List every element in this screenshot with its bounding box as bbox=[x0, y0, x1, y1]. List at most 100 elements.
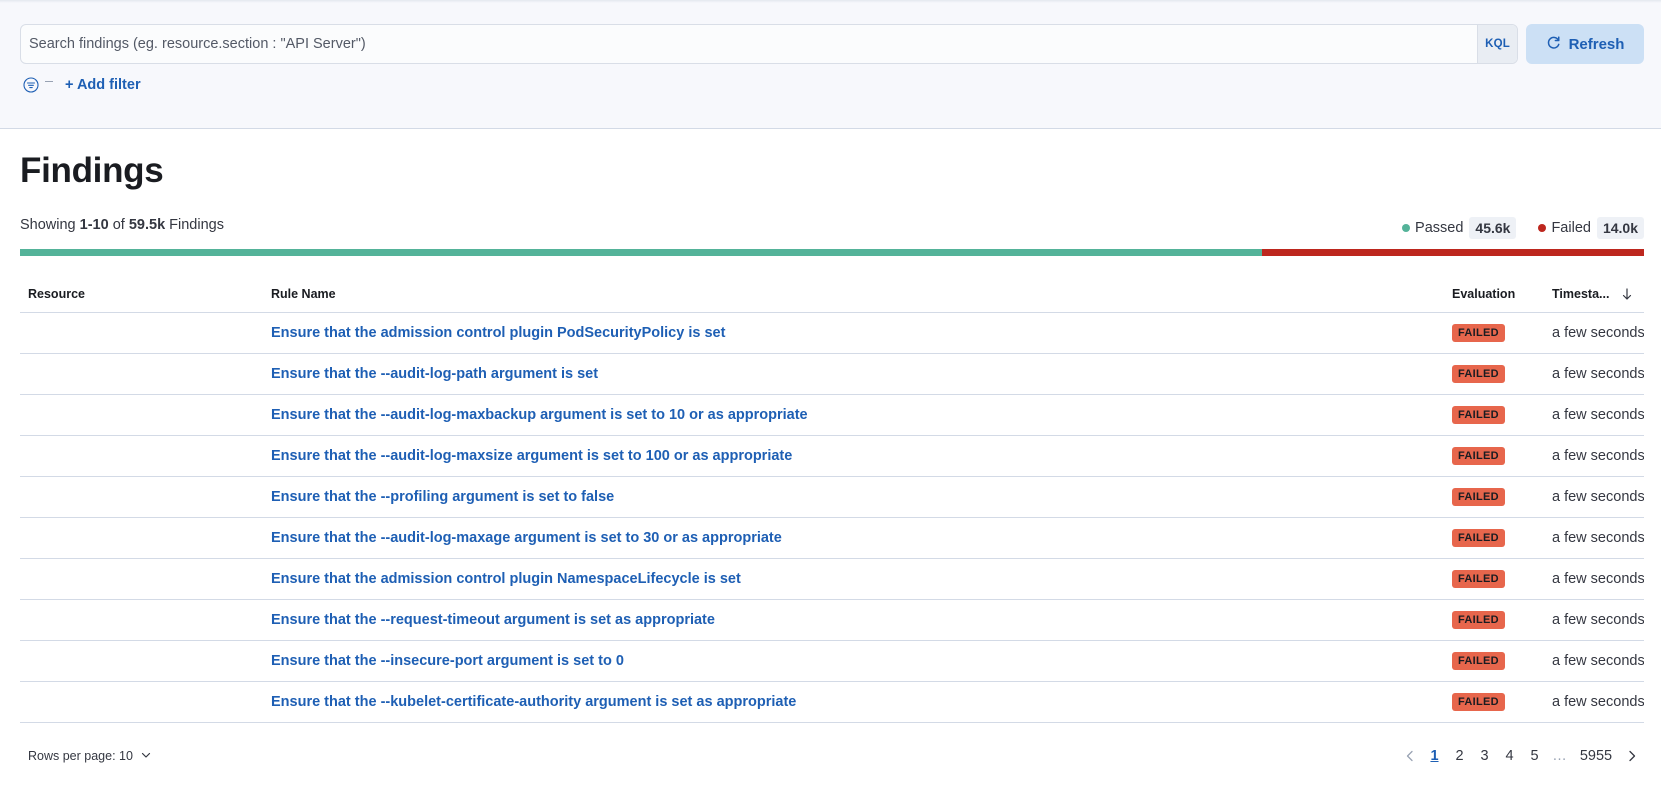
passed-dot bbox=[1402, 224, 1411, 232]
rows-per-page-label: Rows per page: 10 bbox=[28, 749, 133, 763]
top-shadow bbox=[0, 0, 1661, 3]
rule-name-link[interactable]: Ensure that the --audit-log-path argumen… bbox=[271, 366, 598, 382]
cell-evaluation: FAILED bbox=[1452, 611, 1552, 629]
page-button-2[interactable]: 2 bbox=[1447, 748, 1472, 764]
evaluation-badge: FAILED bbox=[1452, 570, 1505, 588]
timestamp-value: a few seconds ago bbox=[1552, 407, 1644, 423]
table-row[interactable]: Ensure that the --request-timeout argume… bbox=[20, 600, 1644, 641]
cell-evaluation: FAILED bbox=[1452, 447, 1552, 465]
table-row[interactable]: Ensure that the --profiling argument is … bbox=[20, 477, 1644, 518]
failed-label: Failed bbox=[1551, 220, 1591, 236]
timestamp-value: a few seconds ago bbox=[1552, 489, 1644, 505]
page-button-last[interactable]: 5955 bbox=[1572, 748, 1620, 764]
evaluation-badge: FAILED bbox=[1452, 406, 1505, 424]
filter-icon[interactable] bbox=[22, 76, 40, 94]
cell-evaluation: FAILED bbox=[1452, 570, 1552, 588]
passed-filter[interactable]: Passed 45.6k bbox=[1402, 217, 1517, 239]
distribution-bar-failed[interactable] bbox=[1262, 249, 1644, 256]
table-row[interactable]: Ensure that the admission control plugin… bbox=[20, 559, 1644, 600]
rule-name-link[interactable]: Ensure that the admission control plugin… bbox=[271, 571, 741, 587]
refresh-icon bbox=[1546, 35, 1561, 54]
chevron-left-icon[interactable] bbox=[1398, 750, 1422, 762]
cell-timestamp: a few seconds ago bbox=[1552, 612, 1644, 628]
evaluation-badge: FAILED bbox=[1452, 488, 1505, 506]
search-input[interactable] bbox=[21, 25, 1477, 63]
filter-separator bbox=[45, 80, 53, 82]
page-button-5[interactable]: 5 bbox=[1522, 748, 1547, 764]
page-button-4[interactable]: 4 bbox=[1497, 748, 1522, 764]
cell-evaluation: FAILED bbox=[1452, 652, 1552, 670]
table-row[interactable]: Ensure that the --audit-log-maxbackup ar… bbox=[20, 395, 1644, 436]
table-row[interactable]: Ensure that the --insecure-port argument… bbox=[20, 641, 1644, 682]
evaluation-badge: FAILED bbox=[1452, 529, 1505, 547]
timestamp-value: a few seconds ago bbox=[1552, 612, 1644, 628]
table-row[interactable]: Ensure that the admission control plugin… bbox=[20, 313, 1644, 354]
cell-timestamp: a few seconds ago bbox=[1552, 407, 1644, 423]
add-filter-button[interactable]: + Add filter bbox=[65, 77, 141, 93]
filter-row: + Add filter bbox=[22, 74, 141, 96]
refresh-button[interactable]: Refresh bbox=[1526, 24, 1644, 64]
showing-prefix: Showing bbox=[20, 217, 80, 233]
rule-name-link[interactable]: Ensure that the --profiling argument is … bbox=[271, 489, 614, 505]
cell-rule-name: Ensure that the --audit-log-maxage argum… bbox=[271, 530, 1452, 546]
page-button-3[interactable]: 3 bbox=[1472, 748, 1497, 764]
page-ellipsis: … bbox=[1552, 748, 1567, 764]
timestamp-value: a few seconds ago bbox=[1552, 571, 1644, 587]
rows-per-page-selector[interactable]: Rows per page: 10 bbox=[28, 749, 151, 763]
timestamp-value: a few seconds ago bbox=[1552, 530, 1644, 546]
table-row[interactable]: Ensure that the --audit-log-maxage argum… bbox=[20, 518, 1644, 559]
table-row[interactable]: Ensure that the --kubelet-certificate-au… bbox=[20, 682, 1644, 723]
findings-table: Resource Rule Name Evaluation Timesta...… bbox=[20, 276, 1644, 723]
rule-name-link[interactable]: Ensure that the admission control plugin… bbox=[271, 325, 725, 341]
failed-count: 14.0k bbox=[1596, 217, 1644, 239]
column-header-timestamp[interactable]: Timesta... bbox=[1552, 287, 1644, 301]
rule-name-link[interactable]: Ensure that the --insecure-port argument… bbox=[271, 653, 624, 669]
evaluation-badge: FAILED bbox=[1452, 447, 1505, 465]
table-row[interactable]: Ensure that the --audit-log-path argumen… bbox=[20, 354, 1644, 395]
cell-rule-name: Ensure that the admission control plugin… bbox=[271, 571, 1452, 587]
timestamp-value: a few seconds ago bbox=[1552, 694, 1644, 710]
page-list: 12345 bbox=[1422, 748, 1547, 764]
refresh-label: Refresh bbox=[1568, 35, 1625, 53]
search-bar-area: KQL Refresh + Add filter bbox=[0, 0, 1661, 129]
table-row[interactable]: Ensure that the --audit-log-maxsize argu… bbox=[20, 436, 1644, 477]
rule-name-link[interactable]: Ensure that the --audit-log-maxbackup ar… bbox=[271, 407, 808, 423]
cell-evaluation: FAILED bbox=[1452, 406, 1552, 424]
cell-timestamp: a few seconds ago bbox=[1552, 653, 1644, 669]
sort-descending-icon[interactable] bbox=[1621, 288, 1633, 300]
rule-name-link[interactable]: Ensure that the --request-timeout argume… bbox=[271, 612, 715, 628]
cell-timestamp: a few seconds ago bbox=[1552, 325, 1644, 341]
column-header-timestamp-label: Timesta... bbox=[1552, 287, 1610, 301]
cell-timestamp: a few seconds ago bbox=[1552, 530, 1644, 546]
passed-label: Passed bbox=[1415, 220, 1464, 236]
kql-button[interactable]: KQL bbox=[1477, 25, 1517, 63]
table-body: Ensure that the admission control plugin… bbox=[20, 313, 1644, 723]
cell-timestamp: a few seconds ago bbox=[1552, 448, 1644, 464]
timestamp-value: a few seconds ago bbox=[1552, 366, 1644, 382]
page-button-1[interactable]: 1 bbox=[1422, 748, 1447, 764]
cell-rule-name: Ensure that the --kubelet-certificate-au… bbox=[271, 694, 1452, 710]
cell-evaluation: FAILED bbox=[1452, 324, 1552, 342]
cell-timestamp: a few seconds ago bbox=[1552, 489, 1644, 505]
rule-name-link[interactable]: Ensure that the --audit-log-maxage argum… bbox=[271, 530, 782, 546]
distribution-bar-passed[interactable] bbox=[20, 249, 1263, 256]
table-header: Resource Rule Name Evaluation Timesta... bbox=[20, 276, 1644, 313]
cell-evaluation: FAILED bbox=[1452, 488, 1552, 506]
column-header-evaluation[interactable]: Evaluation bbox=[1452, 287, 1552, 301]
failed-filter[interactable]: Failed 14.0k bbox=[1538, 217, 1644, 239]
cell-evaluation: FAILED bbox=[1452, 365, 1552, 383]
cell-timestamp: a few seconds ago bbox=[1552, 694, 1644, 710]
chevron-down-icon bbox=[141, 749, 151, 763]
rule-name-link[interactable]: Ensure that the --audit-log-maxsize argu… bbox=[271, 448, 792, 464]
evaluation-badge: FAILED bbox=[1452, 324, 1505, 342]
pagination: 12345 … 5955 bbox=[1398, 748, 1644, 764]
chevron-right-icon[interactable] bbox=[1620, 750, 1644, 762]
evaluation-badge: FAILED bbox=[1452, 611, 1505, 629]
timestamp-value: a few seconds ago bbox=[1552, 448, 1644, 464]
evaluation-badge: FAILED bbox=[1452, 652, 1505, 670]
rule-name-link[interactable]: Ensure that the --kubelet-certificate-au… bbox=[271, 694, 796, 710]
column-header-rule-name[interactable]: Rule Name bbox=[271, 287, 1452, 301]
cell-rule-name: Ensure that the admission control plugin… bbox=[271, 325, 1452, 341]
showing-of: of bbox=[108, 217, 129, 233]
column-header-resource[interactable]: Resource bbox=[20, 287, 271, 301]
